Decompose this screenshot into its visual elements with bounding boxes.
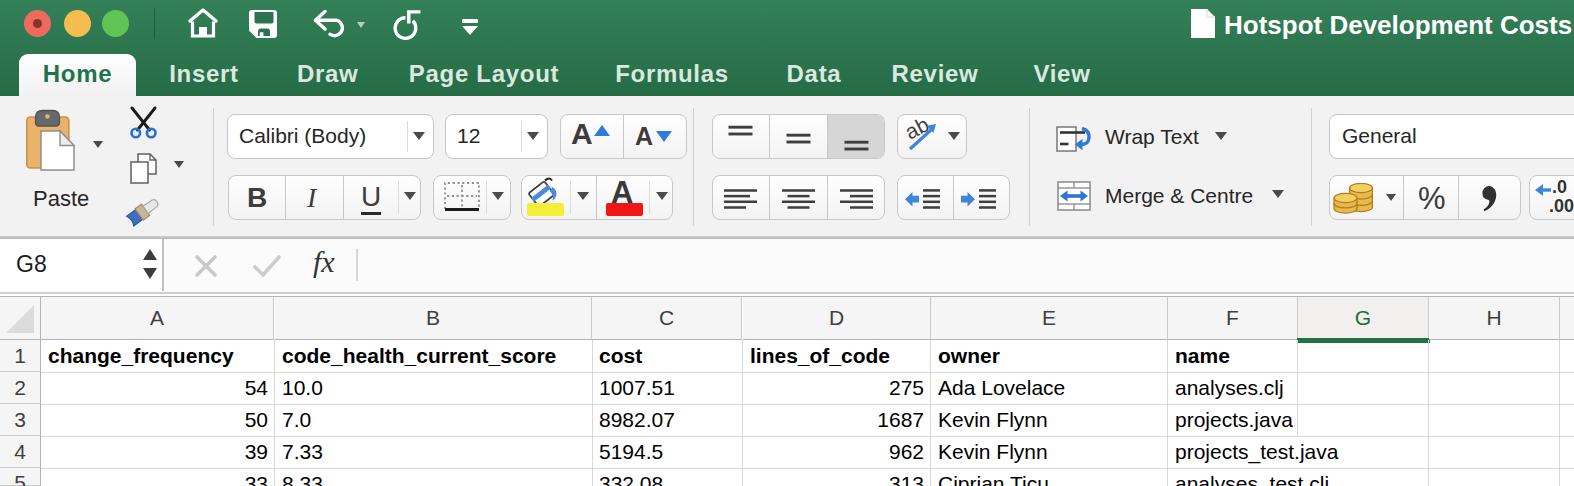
svg-text:ab: ab xyxy=(903,117,932,143)
